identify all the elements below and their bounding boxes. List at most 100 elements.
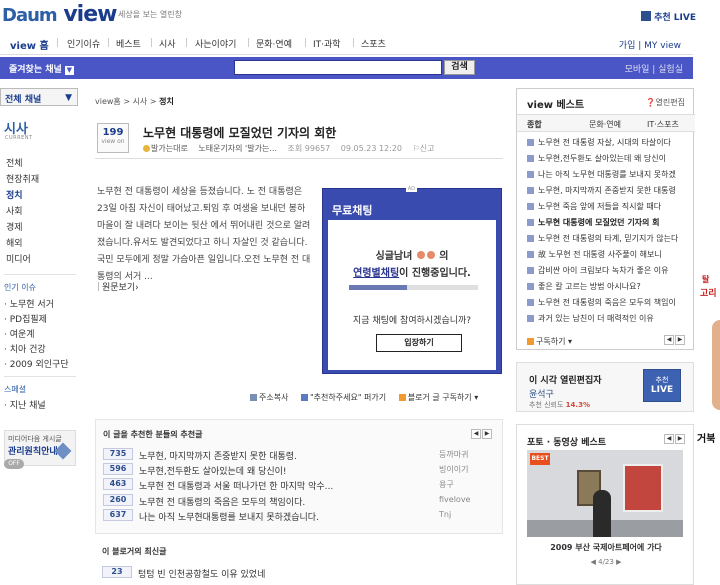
read-original-link[interactable]: 원문보기›: [98, 280, 139, 293]
sidebar-item-overseas[interactable]: 해외: [6, 236, 23, 249]
list-item[interactable]: 갑비싼 아이 크림보다 녹차가 좋은 이유: [527, 265, 691, 277]
toggle-switch[interactable]: OFF: [4, 459, 24, 469]
list-item[interactable]: 260 노무현 전 대통령의 죽음은 모두의 책임이다. fivelove: [103, 494, 498, 508]
nav-current-affairs[interactable]: 시사: [159, 37, 176, 50]
issue-link[interactable]: · 치아 건강: [4, 342, 46, 355]
live-editor-box[interactable]: 이 시각 열린편집자 윤석구 추천 신뢰도 14.3% 추천 LIVE: [516, 362, 694, 412]
list-item-current[interactable]: 노무현 대통령에 모질었던 기자의 회: [527, 217, 691, 229]
recommend-live-link[interactable]: 추천 LIVE: [641, 10, 696, 23]
view-on-vote-box[interactable]: 199 view on: [97, 123, 129, 153]
search-input[interactable]: [234, 60, 442, 75]
tab-overall[interactable]: 종합: [527, 119, 542, 130]
nav-culture[interactable]: 문화·연예: [256, 37, 292, 50]
open-edit-link[interactable]: ❓열린편집: [646, 97, 685, 108]
issue-link[interactable]: · PD집필제: [4, 312, 47, 325]
list-item[interactable]: 故 노무현 전 대통령 사주풀이 해보니: [527, 249, 691, 261]
tab-it-sports[interactable]: IT·스포츠: [647, 119, 679, 130]
nav-life-stories[interactable]: 사는이야기: [195, 37, 236, 50]
list-item[interactable]: 과거 있는 남친이 더 매력적인 이유: [527, 313, 691, 325]
nav-divider: [108, 38, 109, 47]
post-title[interactable]: 노무현 대통령에 모질었던 기자의 회한: [143, 124, 336, 141]
issue-link[interactable]: · 노무현 서거: [4, 297, 54, 310]
list-item-user: fivelove: [439, 495, 471, 504]
divider: [4, 274, 76, 275]
prev-icon[interactable]: ◀: [664, 434, 674, 444]
nav-view-home[interactable]: view 홈: [10, 37, 49, 52]
list-item[interactable]: 노무현 전 대통령의 죽음은 모두의 책임이: [527, 297, 691, 309]
list-item-title: 노무현 전 대통령의 죽음은 모두의 책임이: [538, 298, 676, 307]
channel-select[interactable]: 전체 채널 ▼: [0, 88, 78, 106]
list-item[interactable]: 596 노무현,전두환도 살아있는데 왜 당신이! 빙이이기: [103, 463, 498, 477]
photo-thumbnail[interactable]: BEST: [527, 450, 683, 537]
recommend-count: 735: [103, 448, 133, 460]
list-item[interactable]: 노무현,전두환도 살아있는데 왜 당신이: [527, 153, 691, 165]
post-excerpt: 노무현 전 대통령이 세상을 등졌습니다. 노 전 대통령은 23일 아침 자신…: [97, 187, 311, 282]
person-silhouette: [593, 490, 611, 537]
sidebar-item-society[interactable]: 사회: [6, 204, 23, 217]
prev-icon[interactable]: ◀: [471, 429, 481, 439]
smiley-icon: [143, 145, 150, 152]
post-meta: 발가는대로 노태운기자의 '발가는... 조회 99657 09.05.23 1…: [143, 143, 442, 154]
list-item[interactable]: 노무현 전 대통령의 타계, 믿기지가 않는다: [527, 233, 691, 245]
join-my-view-links[interactable]: 가입 | MY view: [619, 38, 681, 51]
chat-ad-line1: 싱글남녀 의: [328, 247, 496, 262]
sidebar-item-media[interactable]: 미디어: [6, 252, 31, 265]
view-best-heading: view 베스트: [527, 100, 585, 111]
breadcrumb-path[interactable]: view홈 > 시사 >: [95, 97, 159, 106]
sidebar-item-politics[interactable]: 정치: [6, 188, 23, 201]
list-item-title: 노무현 전 대통령의 타계, 믿기지가 않는다: [538, 234, 679, 243]
subscribe-best-button[interactable]: 구독하기 ▾: [527, 336, 572, 347]
chat-ad-link[interactable]: 연령별채팅: [353, 268, 399, 279]
nav-best[interactable]: 베스트: [116, 37, 141, 50]
list-item[interactable]: 463 노무현 전 대통령과 서울 떠나가던 한 마지막 악수... 용구: [103, 478, 498, 492]
list-item[interactable]: 노무현, 마지막까지 존중받지 못한 대통령: [527, 185, 691, 197]
list-item[interactable]: 노무현 죽음 앞에 저들을 직시할 때다: [527, 201, 691, 213]
photo-page-indicator: ◀ 4/23 ▶: [590, 558, 622, 566]
chat-advertisement[interactable]: AD 무료채팅 싱글남녀 의 연령별채팅이 진행중입니다. 지금 채팅에 참여하…: [322, 186, 502, 374]
list-item-user: 용구: [439, 480, 454, 489]
copy-address-button[interactable]: 주소복사: [250, 392, 288, 403]
mobile-lab-links[interactable]: 모바일 | 실험실: [625, 62, 683, 75]
embed-recommend-button[interactable]: "추천하주세요" 퍼가기: [301, 392, 386, 403]
issue-link[interactable]: · 여운계: [4, 327, 35, 340]
author[interactable]: 발가는대로: [143, 143, 188, 154]
chat-ad-question: 지금 채팅에 참여하시겠습니까?: [352, 316, 472, 326]
subscribe-blogger-button[interactable]: 블로거 글 구독하기 ▾: [398, 392, 478, 403]
nav-popular-issue[interactable]: 인기이슈: [67, 37, 100, 50]
tab-culture[interactable]: 문화·연예: [589, 119, 621, 130]
next-icon[interactable]: ▶: [482, 429, 492, 439]
divider: [4, 376, 76, 377]
report-link[interactable]: ⚐신고: [413, 143, 435, 154]
photo-caption[interactable]: 2009 부산 국제아트페어에 가다: [517, 542, 695, 553]
special-link[interactable]: · 지난 채널: [4, 398, 46, 411]
next-icon[interactable]: ▶: [675, 335, 685, 345]
edge-ad-text[interactable]: 거북: [697, 430, 715, 445]
special-heading: 스페셜: [4, 385, 27, 394]
nav-it-science[interactable]: IT·과학: [313, 37, 341, 50]
post-icon: [527, 315, 534, 322]
next-icon[interactable]: ▶: [675, 434, 685, 444]
list-item[interactable]: 노무현 전 대통령 자살, 시대의 타살이다: [527, 137, 691, 149]
issue-link[interactable]: · 2009 외인구단: [4, 357, 69, 370]
sidebar-item-field-report[interactable]: 현장취재: [6, 172, 39, 185]
list-item[interactable]: 나는 아직 노무현 대통령를 보내지 못하겠: [527, 169, 691, 181]
blog-name[interactable]: 노태운기자의 '발가는...: [198, 143, 277, 154]
list-item[interactable]: 23 텅텅 빈 인천공항철도 이유 있었네: [102, 566, 497, 580]
favorite-channel-dropdown[interactable]: 즐겨찾는 채널 ▼: [9, 62, 74, 75]
nav-sports[interactable]: 스포츠: [361, 37, 386, 50]
sidebar-item-all[interactable]: 전체: [6, 156, 23, 169]
sidebar-item-economy[interactable]: 경제: [6, 220, 23, 233]
ad-label: AD: [405, 186, 417, 192]
list-item[interactable]: 637 나는 아직 노무현대통령를 보내지 못하겠습니다. Tnj: [103, 509, 498, 523]
list-item[interactable]: 735 노무현, 마지막까지 존중받지 못한 대통령. 등까마귀: [103, 448, 498, 462]
recommend-live-badge[interactable]: 추천 LIVE: [643, 369, 681, 402]
list-item[interactable]: 좋은 칼 고르는 방법 아시나요?: [527, 281, 691, 293]
prev-icon[interactable]: ◀: [664, 335, 674, 345]
chevron-right-icon: ›: [135, 283, 139, 293]
enter-chat-button[interactable]: 입장하기: [376, 334, 462, 352]
list-item-title: 노무현, 마지막까지 존중받지 못한 대통령: [538, 186, 676, 195]
face-icon: [416, 251, 425, 259]
live-editor-name[interactable]: 윤석구: [529, 387, 554, 400]
daum-view-logo[interactable]: Daum view: [2, 2, 117, 27]
search-button[interactable]: 검색: [444, 60, 475, 75]
